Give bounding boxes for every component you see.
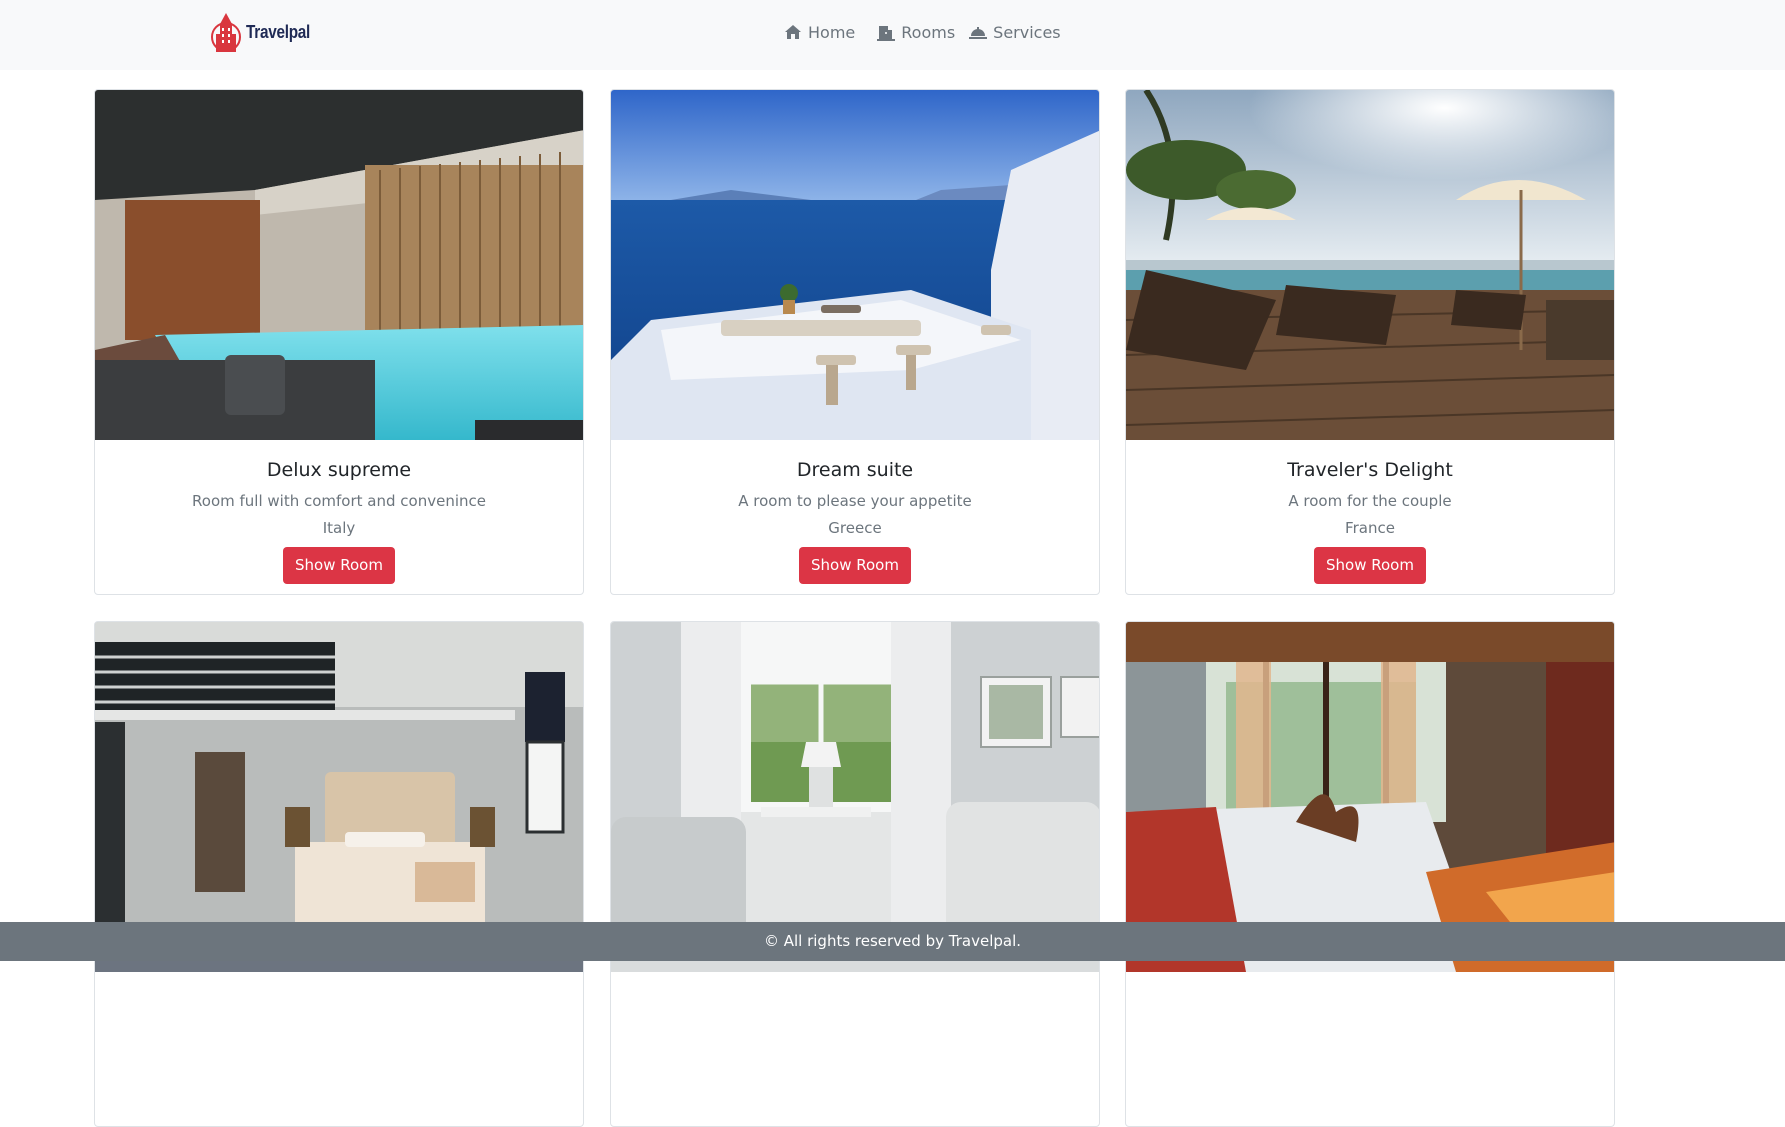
- nav-home[interactable]: Home: [784, 20, 855, 44]
- room-card: [94, 621, 584, 1127]
- rooms-icon: [877, 25, 896, 41]
- room-image: [611, 622, 1099, 972]
- room-image: [95, 90, 583, 440]
- room-description: A room to please your appetite: [738, 492, 972, 510]
- room-image: [1126, 622, 1614, 972]
- navbar: Travelpal Home Rooms Services: [0, 0, 1785, 70]
- room-title: Dream suite: [796, 459, 914, 481]
- room-card: Dream suite A room to please your appeti…: [610, 89, 1100, 595]
- show-room-button[interactable]: Show Room: [283, 547, 395, 584]
- brand-link[interactable]: Travelpal: [209, 10, 321, 54]
- room-description: Room full with comfort and convenince: [192, 492, 486, 510]
- nav-rooms-label: Rooms: [901, 22, 956, 42]
- nav-services-label: Services: [993, 22, 1061, 42]
- service-bell-icon: [969, 27, 988, 39]
- room-card: [1125, 621, 1615, 1127]
- brand-name: Travelpal: [246, 21, 311, 42]
- nav-services[interactable]: Services: [969, 20, 1061, 44]
- room-description: A room for the couple: [1288, 492, 1452, 510]
- footer-text: © All rights reserved by Travelpal.: [763, 932, 1022, 950]
- room-image: [95, 622, 583, 972]
- nav-rooms[interactable]: Rooms: [877, 20, 955, 44]
- room-country: Italy: [322, 519, 356, 537]
- nav-home-label: Home: [808, 22, 856, 42]
- room-image: [611, 90, 1099, 440]
- show-room-button[interactable]: Show Room: [1314, 547, 1426, 584]
- room-title: Traveler's Delight: [1287, 459, 1453, 481]
- building-logo-icon: [211, 13, 241, 52]
- footer: © All rights reserved by Travelpal.: [0, 922, 1785, 961]
- home-icon: [785, 25, 801, 39]
- show-room-button[interactable]: Show Room: [799, 547, 911, 584]
- room-card: Traveler's Delight A room for the couple…: [1125, 89, 1615, 595]
- room-country: France: [1345, 519, 1395, 537]
- room-card: Delux supreme Room full with comfort and…: [94, 89, 584, 595]
- room-card: [610, 621, 1100, 1127]
- room-image: [1126, 90, 1614, 440]
- room-title: Delux supreme: [266, 459, 412, 481]
- room-country: Greece: [828, 519, 882, 537]
- main-nav: Home Rooms Services: [784, 20, 1079, 44]
